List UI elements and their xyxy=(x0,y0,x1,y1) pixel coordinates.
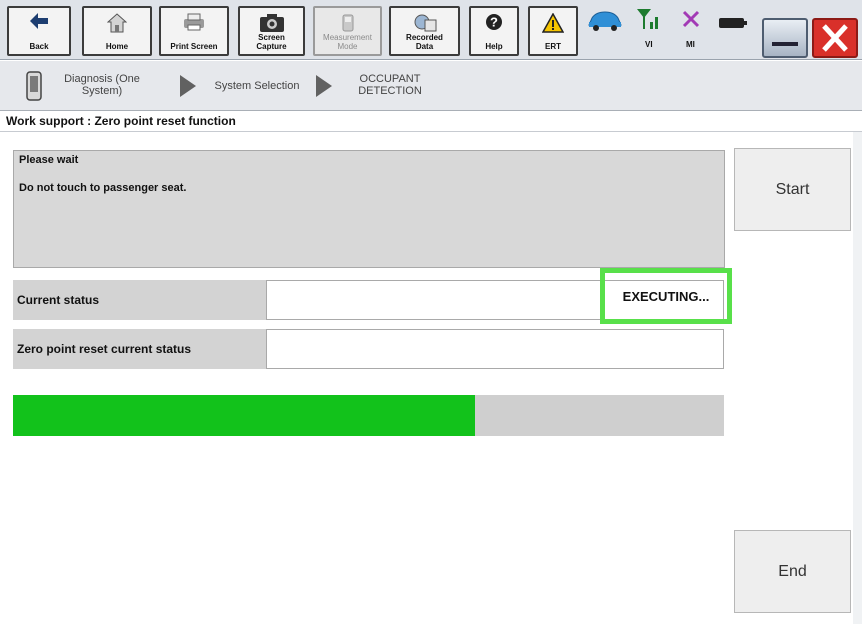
close-icon xyxy=(822,24,848,52)
print-screen-label: Print Screen xyxy=(170,42,218,51)
print-screen-button[interactable]: Print Screen xyxy=(159,6,229,56)
current-status-value: EXECUTING... xyxy=(600,268,732,324)
please-wait-text: Please wait xyxy=(19,154,79,166)
message-box: Please wait Do not touch to passenger se… xyxy=(13,150,725,268)
vi-status: VI xyxy=(636,8,666,56)
home-icon xyxy=(107,13,127,33)
breadcrumb: Diagnosis (One System) System Selection … xyxy=(0,61,862,111)
zero-point-status-field xyxy=(266,329,724,369)
recorded-data-button[interactable]: Recorded Data xyxy=(389,6,460,56)
home-label: Home xyxy=(105,42,129,51)
back-label: Back xyxy=(29,42,49,51)
minimize-icon xyxy=(772,42,798,46)
breadcrumb-arrow-icon xyxy=(180,75,196,97)
home-button[interactable]: Home xyxy=(82,6,152,56)
progress-fill xyxy=(13,395,476,436)
scrollbar-track xyxy=(853,132,862,624)
current-status-label: Current status xyxy=(13,280,266,320)
recorded-data-icon xyxy=(414,14,436,32)
printer-icon xyxy=(184,13,204,31)
breadcrumb-arrow-icon xyxy=(316,75,332,97)
mi-status: MI xyxy=(680,8,710,56)
vi-label: VI xyxy=(645,40,653,49)
zero-point-status-label: Zero point reset current status xyxy=(13,329,266,369)
help-icon: ? xyxy=(486,14,502,30)
x-mark-icon xyxy=(682,10,700,28)
meter-icon xyxy=(342,14,353,32)
progress-bar xyxy=(13,395,724,436)
screen-capture-label: Screen Capture xyxy=(256,33,287,51)
breadcrumb-system-selection[interactable]: System Selection xyxy=(204,80,310,92)
back-arrow-icon xyxy=(30,13,48,29)
close-button[interactable] xyxy=(812,18,858,58)
breadcrumb-occupant-detection: OCCUPANT DETECTION xyxy=(358,73,422,97)
screen-capture-button[interactable]: Screen Capture xyxy=(238,6,305,56)
device-icon xyxy=(26,71,42,101)
mi-label: MI xyxy=(686,40,695,49)
svg-text:?: ? xyxy=(490,15,498,30)
signal-icon xyxy=(637,9,658,29)
car-icon xyxy=(588,11,622,31)
help-label: Help xyxy=(485,42,503,51)
warning-icon xyxy=(542,13,564,33)
ert-button[interactable]: ERT xyxy=(528,6,578,56)
vehicle-status xyxy=(586,8,624,34)
start-button[interactable]: Start xyxy=(734,148,851,231)
breadcrumb-diagnosis[interactable]: Diagnosis (One System) xyxy=(58,73,146,97)
recorded-data-label: Recorded Data xyxy=(406,33,443,51)
camera-icon xyxy=(259,14,284,32)
battery-status xyxy=(718,16,750,34)
back-button[interactable]: Back xyxy=(7,6,71,56)
end-button[interactable]: End xyxy=(734,530,851,613)
toolbar: Back Home Print Screen Screen Capture Me… xyxy=(0,0,862,60)
measurement-mode-button[interactable]: Measurement Mode xyxy=(313,6,382,56)
help-button[interactable]: ? Help xyxy=(469,6,519,56)
instruction-text: Do not touch to passenger seat. xyxy=(19,182,187,194)
battery-icon xyxy=(719,18,747,28)
measurement-mode-label: Measurement Mode xyxy=(323,33,372,51)
page-title: Work support : Zero point reset function xyxy=(0,112,862,132)
minimize-button[interactable] xyxy=(762,18,808,58)
ert-label: ERT xyxy=(545,42,561,51)
